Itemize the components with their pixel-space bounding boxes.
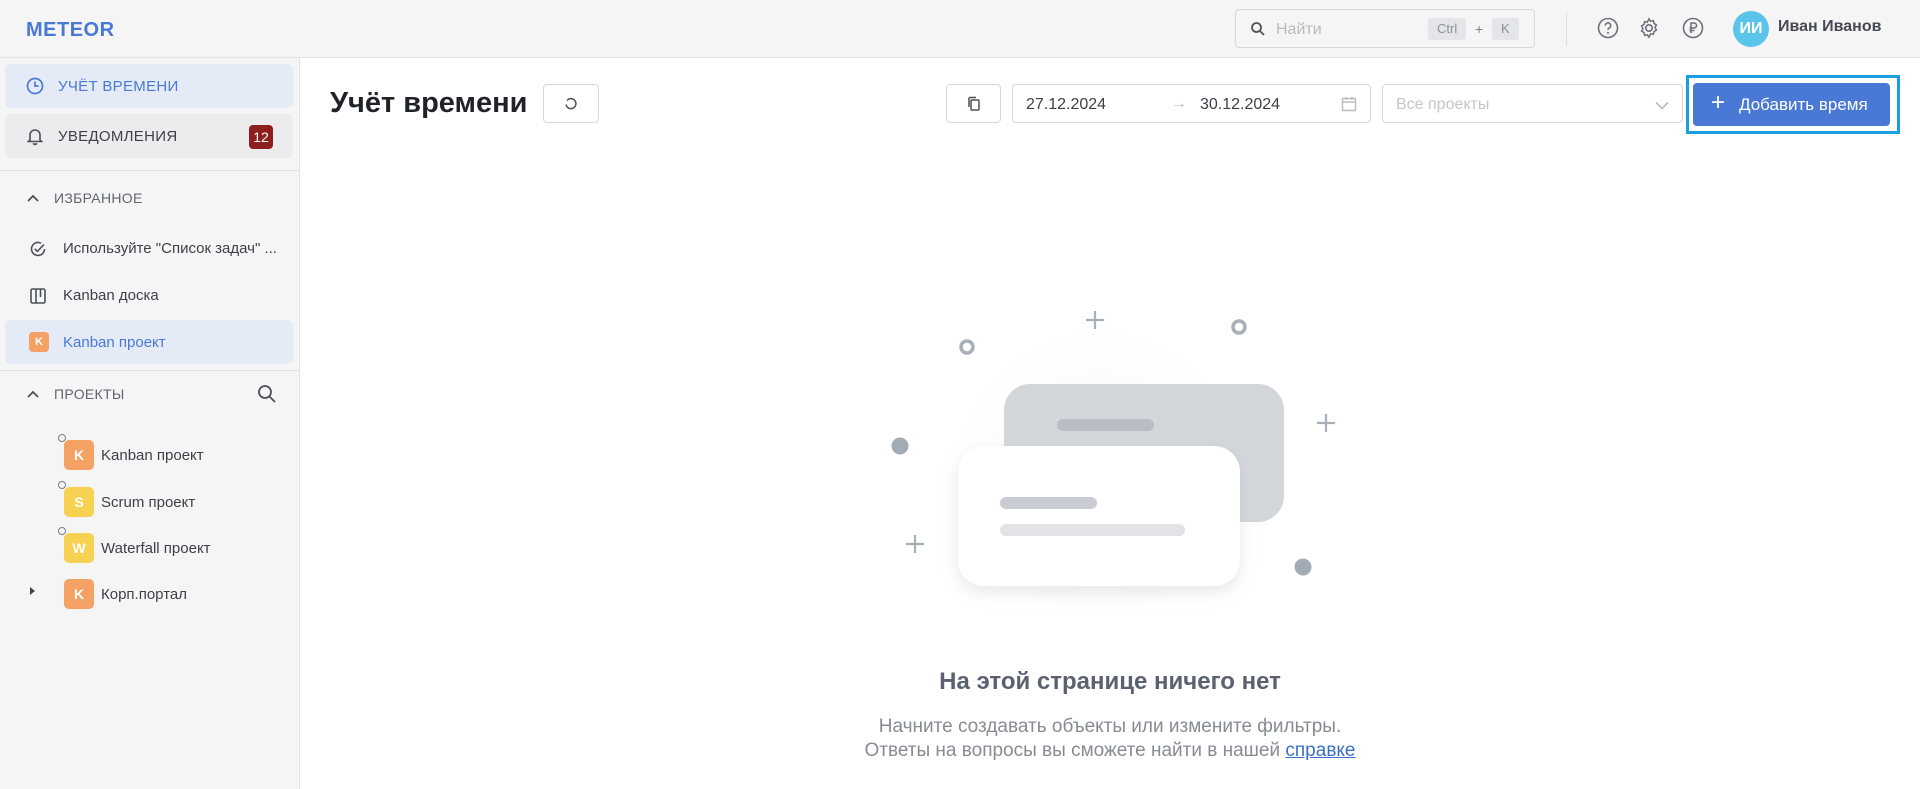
topbar-divider — [1566, 12, 1567, 46]
favorite-item-kanban-board[interactable]: Kanban доска — [5, 273, 293, 317]
date-from[interactable]: 27.12.2024 — [1026, 96, 1106, 114]
chevron-up-icon — [27, 390, 39, 398]
sidebar-item-notifications[interactable]: УВЕДОМЛЕНИЯ 12 — [5, 114, 293, 158]
project-item-label: Kanban проект — [101, 447, 204, 464]
expand-arrow-icon[interactable] — [30, 587, 35, 595]
ruble-icon[interactable] — [1681, 16, 1705, 40]
empty-state-illustration — [891, 305, 1335, 645]
chevron-down-icon — [1655, 101, 1669, 110]
refresh-button[interactable] — [543, 84, 599, 123]
project-filter-placeholder: Все проекты — [1396, 96, 1490, 113]
project-item-label: Scrum проект — [101, 494, 196, 511]
avatar[interactable]: ИИ — [1733, 11, 1769, 47]
help-icon[interactable] — [1596, 16, 1620, 40]
favorites-section-toggle[interactable]: ИЗБРАННОЕ — [26, 190, 143, 206]
date-range-picker[interactable]: 27.12.2024 → 30.12.2024 — [1012, 84, 1371, 123]
sidebar-divider — [0, 170, 299, 171]
project-item-scrum[interactable]: S Scrum проект — [0, 477, 299, 521]
projects-section-toggle[interactable]: ПРОЕКТЫ — [26, 386, 125, 402]
project-item-label: Waterfall проект — [101, 540, 211, 557]
search-placeholder: Найти — [1276, 21, 1322, 38]
page-title: Учёт времени — [330, 87, 528, 119]
date-to[interactable]: 30.12.2024 — [1200, 96, 1280, 114]
project-avatar: S — [64, 487, 94, 517]
projects-header: ПРОЕКТЫ — [54, 386, 125, 402]
shortcut-k: K — [1492, 18, 1519, 40]
project-item-kanban[interactable]: K Kanban проект — [0, 430, 299, 474]
empty-state-hint: Начните создавать объекты или измените ф… — [878, 716, 1342, 737]
empty-state-title: На этой странице ничего нет — [939, 668, 1281, 695]
project-filter-select[interactable]: Все проекты — [1382, 84, 1683, 123]
calendar-icon — [1341, 97, 1357, 112]
sidebar-item-time-tracking[interactable]: УЧЁТ ВРЕМЕНИ — [5, 64, 293, 108]
board-icon — [30, 288, 46, 304]
chevron-up-icon — [27, 194, 39, 202]
app-logo[interactable]: METEOR — [26, 19, 115, 42]
favorite-item-label: Используйте "Список задач" ... — [63, 240, 277, 257]
sidebar-divider — [0, 370, 299, 371]
help-prefix: Ответы на вопросы вы сможете найти в наш… — [864, 740, 1286, 761]
project-item-corp-portal[interactable]: K Корп.портал — [0, 569, 299, 613]
clock-icon — [26, 77, 44, 95]
sidebar-item-label: УЧЁТ ВРЕМЕНИ — [58, 78, 179, 95]
refresh-icon — [565, 97, 577, 110]
favorite-item-label: Kanban проект — [63, 334, 166, 351]
search-icon[interactable] — [257, 384, 277, 404]
notifications-count-badge: 12 — [249, 125, 273, 149]
copy-icon — [968, 96, 980, 111]
add-time-button[interactable]: + Добавить время — [1693, 83, 1890, 126]
shortcut-ctrl: Ctrl — [1428, 18, 1467, 40]
shortcut-plus: + — [1475, 21, 1484, 37]
help-link[interactable]: справке — [1285, 740, 1355, 761]
add-time-label: Добавить время — [1739, 95, 1868, 114]
project-avatar: K — [64, 579, 94, 609]
project-avatar: W — [64, 533, 94, 563]
copy-button[interactable] — [946, 84, 1001, 123]
favorites-header: ИЗБРАННОЕ — [54, 190, 143, 206]
plus-icon: + — [1711, 89, 1726, 116]
sidebar-item-label: УВЕДОМЛЕНИЯ — [58, 128, 178, 145]
favorite-item-label: Kanban доска — [63, 287, 159, 304]
favorite-item-task-list[interactable]: Используйте "Список задач" ... — [5, 226, 293, 270]
search-icon — [1251, 22, 1265, 36]
favorite-item-kanban-project[interactable]: K Kanban проект — [5, 320, 293, 364]
bell-icon — [26, 129, 44, 146]
project-avatar: K — [64, 440, 94, 470]
gear-icon[interactable] — [1637, 16, 1661, 40]
user-name[interactable]: Иван Иванов — [1778, 18, 1881, 36]
empty-state-help-line: Ответы на вопросы вы сможете найти в наш… — [0, 740, 1920, 762]
search-input[interactable]: Найти Ctrl + K — [1235, 9, 1535, 48]
project-avatar: K — [29, 332, 49, 352]
top-bar: METEOR Найти Ctrl + K ИИ Иван Иванов — [0, 0, 1920, 58]
project-item-label: Корп.портал — [101, 586, 187, 603]
check-circle-icon — [30, 241, 46, 257]
project-item-waterfall[interactable]: W Waterfall проект — [0, 523, 299, 567]
date-range-arrow: → — [1171, 95, 1187, 112]
